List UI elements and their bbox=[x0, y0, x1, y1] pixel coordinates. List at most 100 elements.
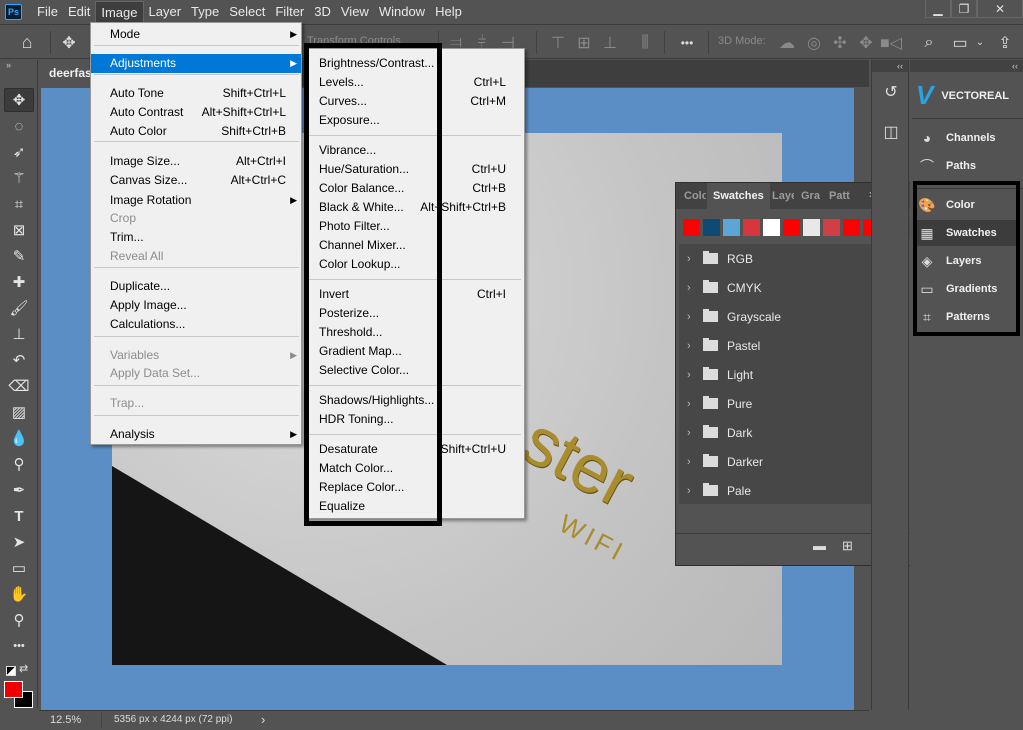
menu-help[interactable]: Help bbox=[430, 1, 467, 23]
collapse-dock-icon[interactable]: ‹‹ bbox=[910, 60, 1023, 72]
menu-item-apply-image[interactable]: Apply Image... bbox=[91, 296, 301, 315]
color-swatch[interactable] bbox=[823, 219, 840, 236]
restore-button[interactable]: ❐ bbox=[951, 0, 977, 18]
align-bottom-icon[interactable]: ⊥ bbox=[600, 25, 620, 60]
adjustment-item-posterize[interactable]: Posterize... bbox=[305, 304, 524, 323]
adjustment-item-match-color[interactable]: Match Color... bbox=[305, 459, 524, 478]
color-swatch[interactable] bbox=[703, 219, 720, 236]
adjustment-item-replace-color[interactable]: Replace Color... bbox=[305, 478, 524, 497]
hand-tool-icon[interactable]: ✋ bbox=[4, 582, 34, 606]
workspace-icon[interactable]: ▭ bbox=[948, 25, 972, 60]
menu-select[interactable]: Select bbox=[224, 1, 270, 23]
dock-item-color[interactable]: 🎨 Color bbox=[916, 192, 1019, 218]
transform-controls-label[interactable]: Transform Controls bbox=[307, 35, 401, 47]
menu-file[interactable]: File bbox=[32, 1, 63, 23]
menu-item-auto-contrast[interactable]: Auto Contrast Alt+Shift+Ctrl+L bbox=[91, 103, 301, 122]
dock-item-patterns[interactable]: ⌗ Patterns bbox=[916, 304, 1019, 330]
brush-tool-icon[interactable]: 🖌 bbox=[4, 296, 34, 320]
menu-type[interactable]: Type bbox=[186, 1, 224, 23]
default-colors-icon[interactable] bbox=[6, 666, 16, 676]
history-panel-icon[interactable]: ↺ bbox=[876, 77, 906, 107]
minimize-button[interactable]: ▁ bbox=[925, 0, 951, 18]
adjustment-item-color-lookup[interactable]: Color Lookup... bbox=[305, 255, 524, 274]
search-icon[interactable]: ⌕ bbox=[918, 25, 940, 60]
color-swatch[interactable] bbox=[783, 219, 800, 236]
3d-camera-icon[interactable]: ■◁ bbox=[880, 25, 902, 60]
rectangle-tool-icon[interactable]: ▭ bbox=[4, 556, 34, 580]
adjustment-item-curves[interactable]: Curves... Ctrl+M bbox=[305, 92, 524, 111]
tab-gradients[interactable]: Gra bbox=[801, 183, 821, 209]
align-middle-icon[interactable]: ⊞ bbox=[574, 25, 594, 60]
dock-item-swatches[interactable]: ▦ Swatches bbox=[916, 220, 1019, 246]
zoom-tool-icon[interactable]: ⚲ bbox=[4, 608, 34, 632]
adjustment-item-hdr-toning[interactable]: HDR Toning... bbox=[305, 410, 524, 429]
chevron-right-icon[interactable]: › bbox=[687, 456, 701, 468]
menu-item-crop[interactable]: Crop bbox=[91, 209, 301, 228]
menu-item-adjustments[interactable]: Adjustments ▶ bbox=[91, 54, 301, 73]
menu-item-apply-data-set[interactable]: Apply Data Set... bbox=[91, 364, 301, 383]
3d-orbit-icon[interactable]: ☁ bbox=[776, 25, 798, 60]
swatch-folder-darker[interactable]: › Darker bbox=[679, 447, 896, 476]
adjustment-item-levels[interactable]: Levels... Ctrl+L bbox=[305, 73, 524, 92]
menu-image[interactable]: Image bbox=[95, 1, 144, 23]
menu-3d[interactable]: 3D bbox=[309, 1, 336, 23]
expand-toolbar-icon[interactable]: » bbox=[6, 60, 11, 70]
adjustment-item-photo-filter[interactable]: Photo Filter... bbox=[305, 217, 524, 236]
collapse-dock-icon[interactable]: ‹‹ bbox=[872, 60, 908, 72]
adjustment-item-threshold[interactable]: Threshold... bbox=[305, 323, 524, 342]
menu-item-variables[interactable]: Variables ▶ bbox=[91, 346, 301, 365]
tab-patterns[interactable]: Patt bbox=[829, 183, 851, 209]
menu-item-image-size[interactable]: Image Size... Alt+Ctrl+I bbox=[91, 152, 301, 171]
swatch-folder-cmyk[interactable]: › CMYK bbox=[679, 273, 896, 302]
menu-layer[interactable]: Layer bbox=[144, 1, 187, 23]
chevron-right-icon[interactable]: › bbox=[687, 282, 701, 294]
swatch-folder-pastel[interactable]: › Pastel bbox=[679, 331, 896, 360]
dock-item-paths[interactable]: ⌒ Paths bbox=[916, 153, 1019, 179]
dock-item-layers[interactable]: ◈ Layers bbox=[916, 248, 1019, 274]
adjustment-item-color-balance[interactable]: Color Balance... Ctrl+B bbox=[305, 179, 524, 198]
menu-item-reveal-all[interactable]: Reveal All bbox=[91, 247, 301, 266]
menu-item-image-rotation[interactable]: Image Rotation ▶ bbox=[91, 191, 301, 210]
swatch-folder-dark[interactable]: › Dark bbox=[679, 418, 896, 447]
menu-window[interactable]: Window bbox=[374, 1, 430, 23]
menu-item-trap[interactable]: Trap... bbox=[91, 394, 301, 413]
menu-item-trim[interactable]: Trim... bbox=[91, 228, 301, 247]
edit-toolbar-icon[interactable]: ••• bbox=[4, 634, 34, 658]
clone-stamp-tool-icon[interactable]: ⊥ bbox=[4, 322, 34, 346]
tab-color[interactable]: Colo bbox=[684, 183, 706, 209]
color-swatch[interactable] bbox=[683, 219, 700, 236]
swatch-folder-pure[interactable]: › Pure bbox=[679, 389, 896, 418]
3d-roll-icon[interactable]: ◎ bbox=[803, 25, 825, 60]
chevron-right-icon[interactable]: › bbox=[687, 427, 701, 439]
3d-pan-icon[interactable]: ✣ bbox=[829, 25, 851, 60]
adjustment-item-hue-saturation[interactable]: Hue/Saturation... Ctrl+U bbox=[305, 160, 524, 179]
menu-view[interactable]: View bbox=[336, 1, 374, 23]
adjustment-item-vibrance[interactable]: Vibrance... bbox=[305, 141, 524, 160]
marquee-tool-icon[interactable]: ◌ bbox=[4, 114, 34, 138]
tab-swatches[interactable]: Swatches bbox=[707, 183, 770, 209]
move-tool-icon[interactable]: ✥ bbox=[4, 88, 34, 112]
distribute-icon[interactable]: ⫼ bbox=[635, 25, 655, 60]
color-swatch[interactable] bbox=[723, 219, 740, 236]
3d-panel-icon[interactable]: ◫ bbox=[876, 117, 906, 147]
color-swatch[interactable] bbox=[843, 219, 860, 236]
move-tool-icon[interactable]: ✥ bbox=[56, 25, 82, 60]
eyedropper-tool-icon[interactable]: ✎ bbox=[4, 244, 34, 268]
blur-tool-icon[interactable]: 💧 bbox=[4, 426, 34, 450]
swatch-folder-rgb[interactable]: › RGB bbox=[679, 244, 896, 273]
color-swatch[interactable] bbox=[763, 219, 780, 236]
adjustment-item-gradient-map[interactable]: Gradient Map... bbox=[305, 342, 524, 361]
dock-item-channels[interactable]: ◕ Channels bbox=[916, 125, 1019, 151]
chevron-right-icon[interactable]: › bbox=[687, 398, 701, 410]
new-swatch-icon[interactable]: ⊞ bbox=[842, 538, 853, 554]
adjustment-item-invert[interactable]: Invert Ctrl+I bbox=[305, 285, 524, 304]
menu-item-duplicate[interactable]: Duplicate... bbox=[91, 277, 301, 296]
menu-item-calculations[interactable]: Calculations... bbox=[91, 315, 301, 334]
menu-edit[interactable]: Edit bbox=[63, 1, 95, 23]
menu-item-analysis[interactable]: Analysis ▶ bbox=[91, 425, 301, 444]
frame-tool-icon[interactable]: ⊠ bbox=[4, 218, 34, 242]
dodge-tool-icon[interactable]: ⚲ bbox=[4, 452, 34, 476]
chevron-right-icon[interactable]: › bbox=[687, 311, 701, 323]
healing-brush-tool-icon[interactable]: ✚ bbox=[4, 270, 34, 294]
adjustment-item-black-white[interactable]: Black & White... Alt+Shift+Ctrl+B bbox=[305, 198, 524, 217]
